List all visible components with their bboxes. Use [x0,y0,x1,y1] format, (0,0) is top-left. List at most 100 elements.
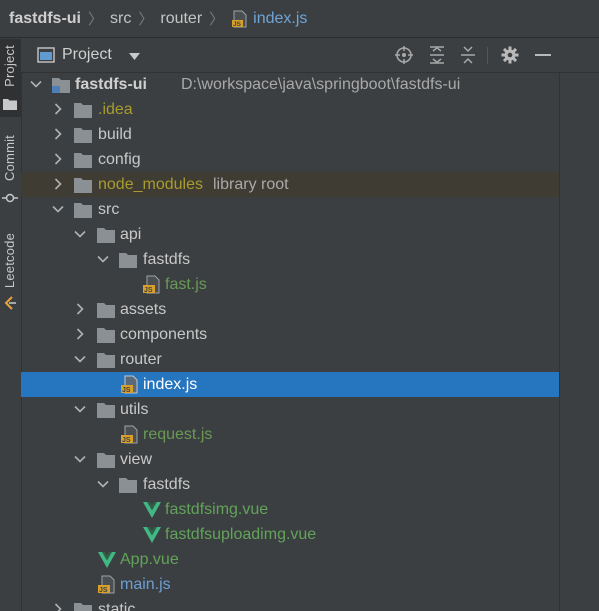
folder-icon [97,403,115,418]
folder-icon [97,328,115,343]
breadcrumb-file[interactable]: index.js [253,10,307,28]
tree-row-node-modules[interactable]: node_modules library root [21,172,559,197]
strip-commit-label: Commit [2,135,17,181]
chevron-right-icon[interactable] [52,178,64,190]
tree-row-utils[interactable]: utils [21,397,559,422]
tree-row-view[interactable]: view [21,447,559,472]
tree-row-build[interactable]: build [21,122,559,147]
js-file-icon: JS [98,575,115,594]
breadcrumb-router[interactable]: router [160,10,202,28]
project-view-title[interactable]: Project [62,46,112,64]
vue-file-icon [143,502,161,518]
breadcrumb: fastdfs-ui 〉 src 〉 router 〉 JS index.js [0,0,599,38]
strip-leetcode-tab[interactable]: Leetcode [0,229,21,319]
collapse-all-icon[interactable] [458,45,478,65]
vue-file-icon [98,552,116,568]
locate-icon[interactable] [394,45,414,65]
chevron-down-icon[interactable] [52,203,64,215]
chevron-down-icon[interactable] [74,353,86,365]
folder-icon [74,203,92,218]
tree-row-app-vue[interactable]: App.vue [21,547,559,572]
folder-icon [97,303,115,318]
tree-label-index-js: index.js [143,376,198,393]
chevron-right-icon[interactable] [52,103,64,115]
chevron-down-icon[interactable] [74,403,86,415]
folder-icon [97,228,115,243]
module-folder-icon [52,78,70,93]
tree-label-request-js: request.js [143,426,213,443]
chevron-right-icon[interactable] [52,128,64,140]
tree-row-src[interactable]: src [21,197,559,222]
panel-right-edge [559,72,560,611]
tree-label-fastdfsimg-vue: fastdfsimg.vue [165,501,269,518]
chevron-down-icon[interactable] [74,228,86,240]
tree-label-static: static [98,601,136,611]
js-file-icon: JS [121,425,138,444]
chevron-right-icon[interactable] [52,153,64,165]
tree-label-assets: assets [120,301,167,318]
tree-row-index-js[interactable]: JS index.js [21,372,559,397]
commit-icon [2,193,18,203]
tree-row-assets[interactable]: assets [21,297,559,322]
chevron-right-icon[interactable] [74,328,86,340]
tree-row-main-js[interactable]: JS main.js [21,572,559,597]
folder-icon [119,253,137,268]
js-file-icon: JS [232,10,247,28]
tree-label-components: components [120,326,208,343]
breadcrumb-project[interactable]: fastdfs-ui [9,10,81,28]
chevron-down-icon[interactable] [74,453,86,465]
chevron-down-icon[interactable] [30,78,42,90]
tree-label-view-fastdfs: fastdfs [143,476,191,493]
breadcrumb-separator: 〉 [88,11,104,28]
strip-project-label: Project [2,45,17,87]
project-panel-header: Project [21,39,599,73]
tree-hint-library-root: library root [213,176,289,193]
tree-label-node-modules: node_modules [98,176,203,193]
tree-label-fastdfsuploadimg-vue: fastdfsuploadimg.vue [165,526,317,543]
folder-icon [119,478,137,493]
js-file-icon: JS [143,275,160,294]
leetcode-icon [4,296,16,310]
tree-row-router[interactable]: router [21,347,559,372]
breadcrumb-separator: 〉 [209,11,225,28]
chevron-right-icon[interactable] [74,303,86,315]
tree-row-fastdfsimg-vue[interactable]: fastdfsimg.vue [21,497,559,522]
tree-row-root[interactable]: fastdfs-ui D:\workspace\java\springboot\… [21,72,559,97]
tree-row-api-fastdfs[interactable]: fastdfs [21,247,559,272]
folder-icon [97,453,115,468]
breadcrumb-src[interactable]: src [110,10,131,28]
tree-row-api[interactable]: api [21,222,559,247]
tree-row-fast-js[interactable]: JS fast.js [21,272,559,297]
folder-icon [74,103,92,118]
tree-row-request-js[interactable]: JS request.js [21,422,559,447]
minimize-icon[interactable] [533,45,553,65]
chevron-right-icon[interactable] [52,603,64,611]
svg-text:JS: JS [233,21,242,28]
strip-project-tab[interactable]: Project [0,39,21,117]
tree-label-utils: utils [120,401,149,418]
tree-label-fast-js: fast.js [165,276,207,293]
tree-row-view-fastdfs[interactable]: fastdfs [21,472,559,497]
tree-label-main-js: main.js [120,576,171,593]
chevron-down-icon[interactable] [97,253,109,265]
folder-icon [74,603,92,611]
svg-text:JS: JS [144,287,153,294]
strip-commit-tab[interactable]: Commit [0,131,21,211]
tree-label-router: router [120,351,162,368]
tree-row-static[interactable]: static [21,597,559,611]
tree-row-fastdfsuploadimg-vue[interactable]: fastdfsuploadimg.vue [21,522,559,547]
svg-text:JS: JS [99,587,108,594]
tree-label-build: build [98,126,132,143]
settings-icon[interactable] [500,45,520,65]
chevron-down-icon[interactable] [129,53,140,60]
strip-leetcode-label: Leetcode [2,233,17,289]
tree-label-config: config [98,151,141,168]
expand-all-icon[interactable] [427,45,447,65]
chevron-down-icon[interactable] [97,478,109,490]
tree-row-config[interactable]: config [21,147,559,172]
tree-label-view: view [120,451,153,468]
tree-row-idea[interactable]: .idea [21,97,559,122]
tree-label-app-vue: App.vue [120,551,179,568]
tree-row-components[interactable]: components [21,322,559,347]
folder-icon [74,153,92,168]
